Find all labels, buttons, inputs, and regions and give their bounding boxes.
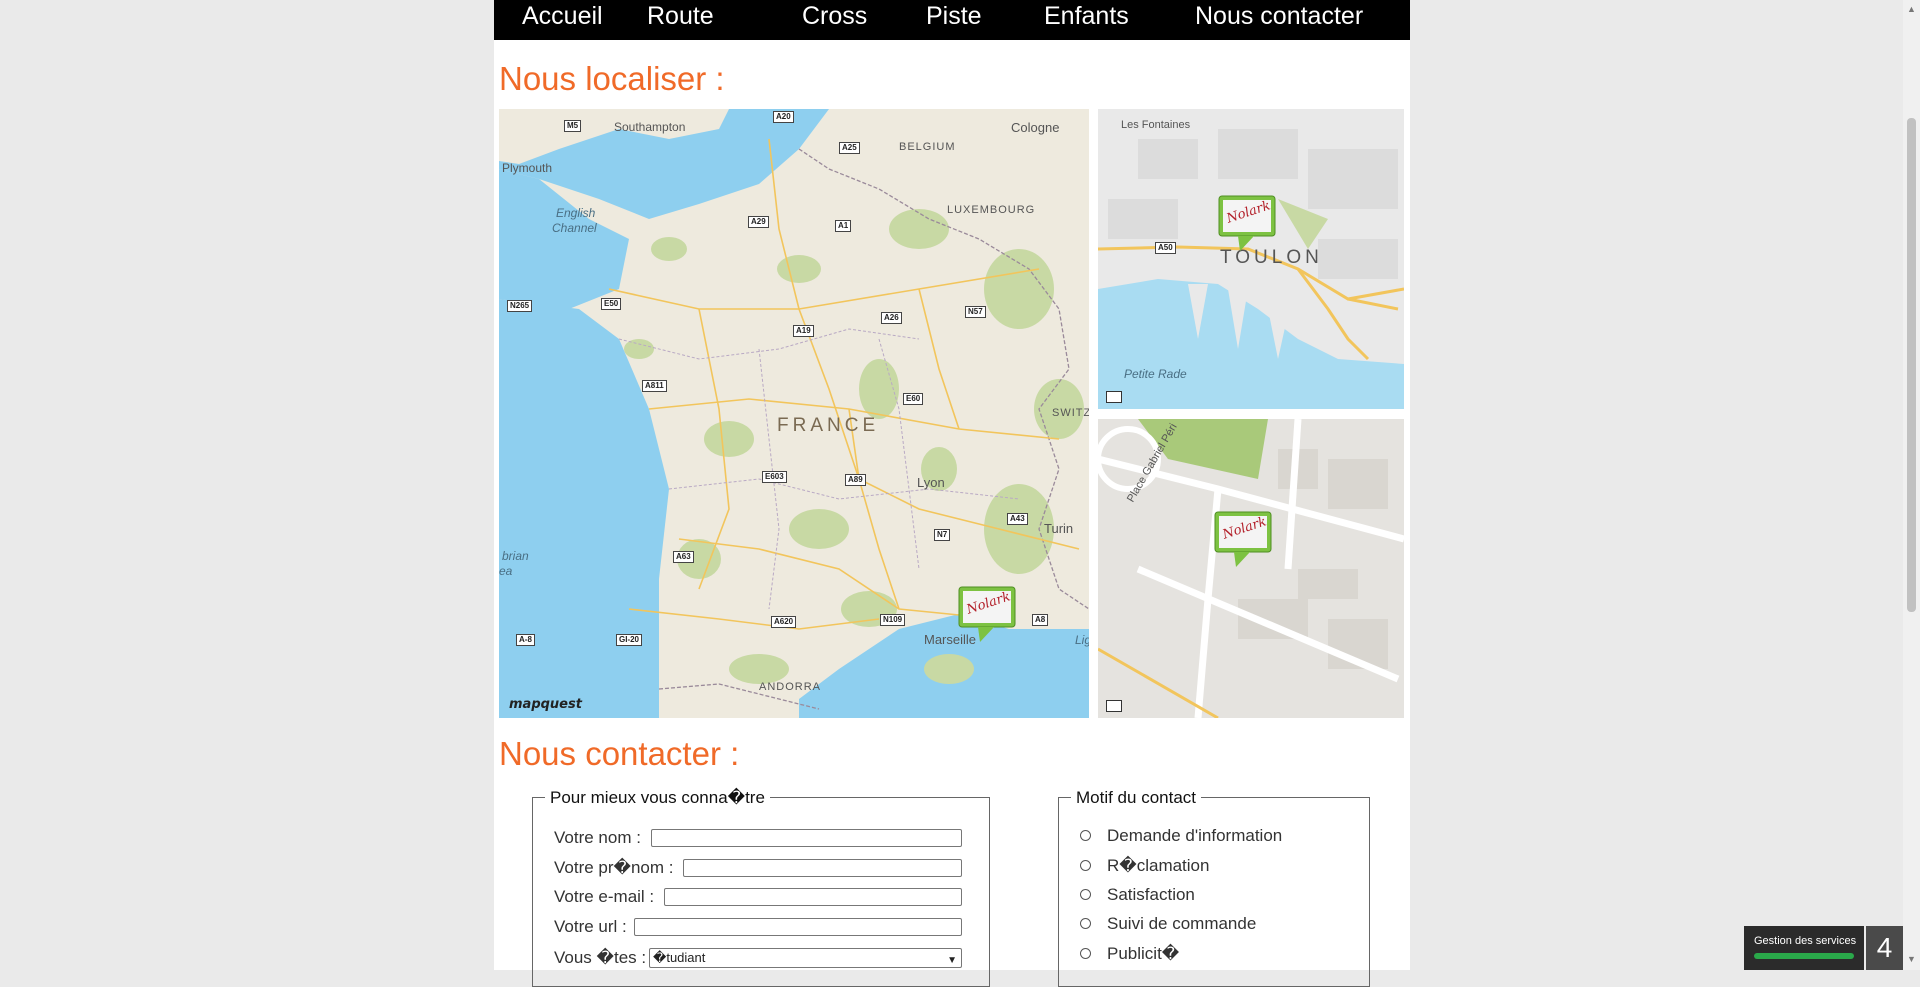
label-nom: Votre nom : — [554, 828, 641, 847]
road-shield: E603 — [762, 471, 787, 483]
road-shield: M5 — [564, 120, 582, 132]
road-shield: A-8 — [516, 634, 535, 646]
label-france: FRANCE — [777, 415, 880, 436]
label-plymouth: Plymouth — [502, 161, 553, 175]
road-shield: N57 — [965, 306, 986, 318]
label-url: Votre url : — [554, 917, 627, 936]
nav-accueil[interactable]: Accueil — [522, 0, 603, 32]
label-channel: Channel — [552, 221, 597, 235]
road-shield: E60 — [903, 393, 924, 405]
radio-label: Satisfaction — [1107, 885, 1195, 904]
label-switz: SWITZ — [1052, 407, 1089, 419]
services-widget-label: Gestion des services — [1754, 935, 1857, 947]
label-lyon: Lyon — [917, 475, 945, 490]
road-shield: N109 — [880, 614, 906, 626]
label-email: Votre e-mail : — [554, 887, 655, 906]
label-biscay-1: brian — [502, 549, 529, 563]
scroll-up-icon[interactable]: ▲ — [1907, 4, 1916, 14]
chevron-down-icon: ▼ — [947, 955, 957, 966]
road-shield: A63 — [673, 551, 694, 563]
label-andorra: ANDORRA — [759, 681, 822, 693]
radio-label: Publicit� — [1107, 944, 1180, 963]
nav-route[interactable]: Route — [647, 0, 714, 32]
fieldset-motif-legend: Motif du contact — [1071, 788, 1202, 808]
select-status-value: �tudiant — [653, 950, 706, 965]
map-street[interactable]: Place Gabriel Péri Nolark — [1098, 419, 1404, 718]
radio-demande-information[interactable] — [1080, 830, 1091, 841]
marker-nolark-marseille[interactable]: Nolark — [958, 586, 1016, 644]
label-english: English — [556, 206, 596, 220]
road-shield: A8 — [1032, 614, 1049, 626]
road-shield: A20 — [773, 111, 794, 123]
scroll-down-icon[interactable]: ▼ — [1907, 954, 1916, 964]
road-shield: A25 — [839, 142, 860, 154]
map-toulon[interactable]: Les Fontaines TOULON Petite Rade A50 Nol… — [1098, 109, 1404, 409]
label-status: Vous �tes : — [554, 948, 647, 967]
select-status[interactable]: �tudiant ▼ — [649, 948, 962, 968]
nav-cross[interactable]: Cross — [802, 0, 867, 32]
services-count-badge[interactable]: 4 — [1866, 926, 1903, 970]
services-widget[interactable]: Gestion des services — [1744, 926, 1864, 970]
road-shield: A811 — [642, 380, 667, 392]
services-widget-bar — [1754, 953, 1854, 959]
map-france[interactable]: Southampton Plymouth English Channel BEL… — [499, 109, 1089, 718]
road-shield: A89 — [845, 474, 866, 486]
road-shield: A19 — [793, 325, 814, 337]
locate-title: Nous localiser : — [499, 60, 725, 97]
label-ligurian: Lig — [1075, 633, 1089, 647]
fieldset-identity: Pour mieux vous conna�tre Votre nom : Vo… — [532, 788, 990, 987]
road-shield: E50 — [601, 298, 622, 310]
label-prenom: Votre pr�nom : — [554, 858, 674, 877]
road-shield: N7 — [934, 529, 951, 541]
map-attribution-icon[interactable] — [1106, 700, 1122, 712]
radio-label: Demande d'information — [1107, 826, 1283, 845]
road-shield: A50 — [1155, 242, 1176, 254]
label-belgium: BELGIUM — [899, 141, 956, 153]
mapquest-logo: mapquest — [509, 697, 582, 712]
nav-enfants[interactable]: Enfants — [1044, 0, 1129, 32]
radio-suivi-commande[interactable] — [1080, 918, 1091, 929]
label-cologne: Cologne — [1011, 120, 1060, 135]
label-petite-rade: Petite Rade — [1124, 367, 1187, 381]
road-shield: A29 — [748, 216, 769, 228]
radio-satisfaction[interactable] — [1080, 889, 1091, 900]
radio-label: R�clamation — [1107, 856, 1210, 875]
nav-piste[interactable]: Piste — [926, 0, 982, 32]
main-nav: Accueil Route Cross Piste Enfants Nous c… — [494, 0, 1410, 40]
fieldset-motif: Motif du contact Demande d'information R… — [1058, 788, 1370, 987]
label-turin: Turin — [1044, 521, 1074, 536]
road-shield: N265 — [507, 300, 533, 312]
page-scrollbar[interactable]: ▲ ▼ — [1903, 0, 1920, 970]
road-shield: A26 — [881, 312, 902, 324]
contact-title: Nous contacter : — [499, 735, 740, 772]
road-shield: A1 — [835, 220, 852, 232]
fieldset-identity-legend: Pour mieux vous conna�tre — [545, 788, 770, 808]
label-southampton: Southampton — [614, 120, 686, 134]
radio-label: Suivi de commande — [1107, 914, 1257, 933]
marker-nolark-street[interactable]: Nolark — [1214, 511, 1272, 569]
radio-reclamation[interactable] — [1080, 860, 1091, 871]
road-shield: A43 — [1007, 513, 1028, 525]
map-attribution-icon[interactable] — [1106, 391, 1122, 403]
nav-nous-contacter[interactable]: Nous contacter — [1195, 0, 1363, 32]
scroll-thumb[interactable] — [1907, 118, 1916, 612]
input-url[interactable] — [634, 918, 962, 936]
road-shield: A620 — [771, 616, 797, 628]
marker-nolark-toulon[interactable]: Nolark — [1218, 195, 1276, 253]
label-les-fontaines: Les Fontaines — [1121, 119, 1191, 131]
road-shield: GI-20 — [616, 634, 643, 646]
input-prenom[interactable] — [683, 859, 962, 877]
input-email[interactable] — [664, 888, 962, 906]
label-biscay-2: ea — [499, 564, 513, 578]
input-nom[interactable] — [651, 829, 962, 847]
page-container: Accueil Route Cross Piste Enfants Nous c… — [494, 0, 1410, 987]
label-luxembourg: LUXEMBOURG — [947, 204, 1036, 216]
radio-publicite[interactable] — [1080, 948, 1091, 959]
